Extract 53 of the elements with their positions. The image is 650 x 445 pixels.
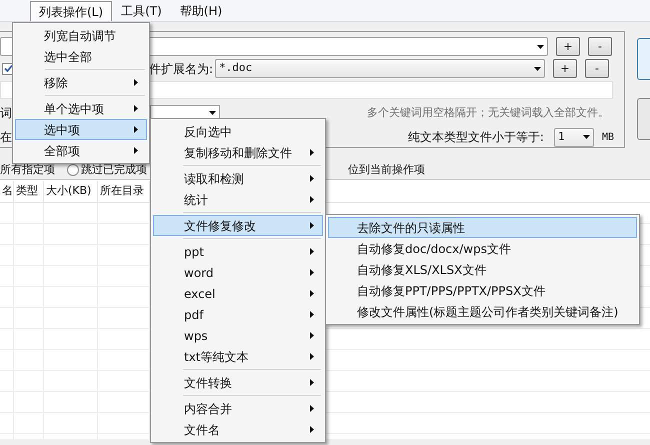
extension-label: 件扩展名为: xyxy=(149,60,214,78)
menu-bar-item[interactable]: 帮助(H) xyxy=(170,1,232,21)
menu-item[interactable]: 自动修复XLS/XLSX文件 xyxy=(328,259,637,280)
menu-item[interactable]: 全部项 xyxy=(15,140,147,161)
size-combo[interactable]: 1 xyxy=(554,128,594,146)
small-button[interactable]: + xyxy=(553,59,577,78)
dropdown-arrow-icon xyxy=(209,111,216,115)
menu-item[interactable]: pdf xyxy=(153,304,323,325)
menu-item[interactable]: 列宽自动调节 xyxy=(15,25,147,46)
menu-item[interactable]: 复制移动和删除文件 xyxy=(153,142,323,163)
side-button[interactable] xyxy=(637,38,650,80)
menu-item[interactable]: 文件名 xyxy=(153,419,323,440)
unit-label: MB xyxy=(602,130,614,144)
small-button[interactable]: - xyxy=(588,37,612,56)
dropdown-arrow-icon xyxy=(537,44,544,48)
menu-item[interactable]: 选中全部 xyxy=(15,46,147,67)
side-button[interactable] xyxy=(637,98,650,140)
menu-item[interactable]: 移除 xyxy=(15,72,147,93)
menu-item[interactable]: 自动修复PPT/PPS/PPTX/PPSX文件 xyxy=(328,280,637,301)
menu-bar-item[interactable]: 工具(T) xyxy=(112,1,171,21)
menu-item[interactable]: txt等纯文本 xyxy=(153,346,323,367)
location-label: 在 xyxy=(0,129,12,146)
menu-item[interactable]: word xyxy=(153,262,323,283)
menu-item[interactable]: wps xyxy=(153,325,323,346)
column-header[interactable]: 名 xyxy=(0,180,14,202)
option-label: 跳过已完成项 xyxy=(81,162,147,178)
menu-item[interactable]: 内容合并 xyxy=(153,398,323,419)
menu-item[interactable]: 文件修复修改 xyxy=(153,215,323,236)
option-label: 位到当前操作项 xyxy=(348,162,425,178)
menu-item[interactable]: 去除文件的只读属性 xyxy=(328,217,637,238)
menu-item[interactable]: 自动修复doc/docx/wps文件 xyxy=(328,238,637,259)
size-label: 纯文本类型文件小于等于: xyxy=(408,129,544,146)
menu-item[interactable]: ppt xyxy=(153,241,323,262)
column-header[interactable]: 类型 xyxy=(14,180,44,202)
keyword-label: 词 xyxy=(0,105,12,122)
menu-item[interactable]: 修改文件属性(标题主题公司作者类别关键词备注) xyxy=(328,301,637,322)
menu-item[interactable]: 统计 xyxy=(153,189,323,210)
dropdown-arrow-icon xyxy=(534,66,541,70)
small-button[interactable]: + xyxy=(556,37,580,56)
extension-combo[interactable]: *.doc xyxy=(215,59,545,78)
dropdown-arrow-icon xyxy=(582,135,590,139)
radio-button[interactable] xyxy=(67,164,79,176)
menu-item[interactable]: 选中项 xyxy=(15,119,147,140)
option-label: 所有指定项 xyxy=(0,162,55,178)
menu-bar-item[interactable]: 列表操作(L) xyxy=(30,1,112,21)
menu-item[interactable]: 读取和检测 xyxy=(153,168,323,189)
menu-item[interactable]: excel xyxy=(153,283,323,304)
column-header[interactable]: 大小(KB) xyxy=(44,180,98,202)
small-button[interactable]: - xyxy=(585,59,609,78)
menu-item[interactable]: 反向选中 xyxy=(153,121,323,142)
hint-text: 多个关键词用空格隔开；无关键词载入全部文件。 xyxy=(367,104,609,121)
menu-item[interactable]: 单个选中项 xyxy=(15,98,147,119)
menu-item[interactable]: 文件转换 xyxy=(153,372,323,393)
